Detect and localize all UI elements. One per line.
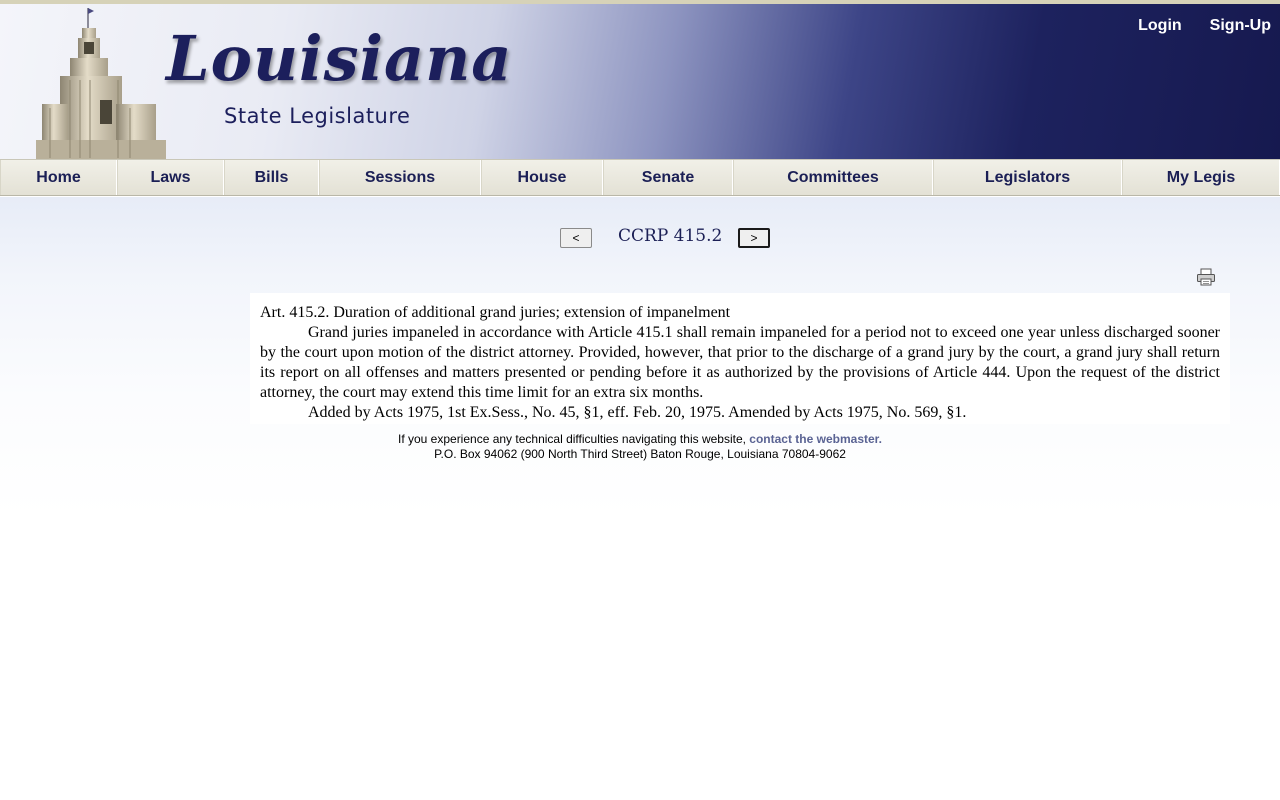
- signup-link[interactable]: Sign-Up: [1210, 17, 1271, 35]
- next-button[interactable]: >: [738, 228, 770, 248]
- document-pager: < CCRP 415.2 >: [560, 225, 780, 251]
- site-header: Louisiana State Legislature Login Sign-U…: [0, 0, 1280, 160]
- nav-item-legislators[interactable]: Legislators: [933, 160, 1122, 195]
- nav-item-home[interactable]: Home: [0, 160, 117, 195]
- logo-subtitle: State Legislature: [224, 104, 411, 128]
- nav-item-laws[interactable]: Laws: [117, 160, 224, 195]
- footer-support-text: If you experience any technical difficul…: [397, 432, 750, 446]
- site-footer: If you experience any technical difficul…: [0, 432, 1280, 462]
- article-heading: Art. 415.2. Duration of additional grand…: [260, 304, 731, 321]
- footer-support-line: If you experience any technical difficul…: [0, 432, 1280, 447]
- nav-item-committees[interactable]: Committees: [733, 160, 933, 195]
- login-link[interactable]: Login: [1138, 17, 1182, 35]
- main-nav: Home Laws Bills Sessions House Senate Co…: [0, 159, 1280, 196]
- article-body: Grand juries impaneled in accordance wit…: [260, 324, 1220, 401]
- content-background: [0, 197, 1280, 800]
- logo-title: Louisiana: [166, 22, 513, 95]
- nav-item-my-legis[interactable]: My Legis: [1122, 160, 1280, 195]
- capitol-building-icon: [36, 8, 166, 160]
- article-history: Added by Acts 1975, 1st Ex.Sess., No. 45…: [308, 404, 967, 421]
- document-title: CCRP 415.2: [618, 226, 723, 246]
- nav-item-bills[interactable]: Bills: [224, 160, 319, 195]
- prev-button[interactable]: <: [560, 228, 592, 248]
- nav-item-senate[interactable]: Senate: [603, 160, 733, 195]
- footer-address: P.O. Box 94062 (900 North Third Street) …: [434, 447, 846, 461]
- law-document: Art. 415.2. Duration of additional grand…: [250, 293, 1230, 424]
- printer-icon[interactable]: [1196, 268, 1216, 286]
- nav-item-house[interactable]: House: [481, 160, 603, 195]
- auth-links: Login Sign-Up: [1138, 17, 1271, 35]
- header-top-rule: [0, 0, 1280, 4]
- contact-webmaster-link[interactable]: contact the webmaster.: [749, 432, 882, 446]
- nav-item-sessions[interactable]: Sessions: [319, 160, 481, 195]
